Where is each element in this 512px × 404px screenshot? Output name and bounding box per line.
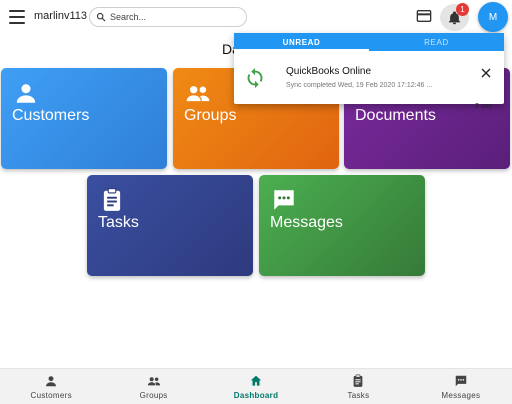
notification-count-badge: 1 xyxy=(456,3,469,16)
credit-card-icon[interactable] xyxy=(416,9,432,23)
nav-label: Groups xyxy=(139,390,168,400)
person-icon xyxy=(46,375,57,386)
nav-label: Customers xyxy=(30,390,72,400)
home-icon xyxy=(250,375,262,386)
notification-message: Sync completed Wed, 19 Feb 2020 17:12:46… xyxy=(286,82,433,89)
person-icon xyxy=(16,84,36,103)
chat-icon xyxy=(274,190,294,210)
nav-groups[interactable]: Groups xyxy=(102,369,204,404)
tab-read[interactable]: READ xyxy=(369,33,504,51)
username-label: marlinv113 xyxy=(34,10,87,22)
tile-label: Customers xyxy=(12,107,90,124)
notification-item[interactable]: QuickBooks Online Sync completed Wed, 19… xyxy=(234,51,504,110)
nav-label: Messages xyxy=(441,390,481,400)
tile-label: Documents xyxy=(355,107,436,124)
chat-icon xyxy=(455,375,467,386)
tab-unread[interactable]: UNREAD xyxy=(234,33,369,51)
tile-label: Messages xyxy=(270,214,343,231)
nav-customers[interactable]: Customers xyxy=(0,369,102,404)
tile-label: Groups xyxy=(184,107,237,124)
clipboard-icon xyxy=(354,374,363,387)
clipboard-icon xyxy=(103,188,121,211)
tile-label: Tasks xyxy=(98,214,139,231)
search-input[interactable] xyxy=(110,12,240,22)
nav-messages[interactable]: Messages xyxy=(410,369,512,404)
tile-messages[interactable]: Messages xyxy=(259,175,425,276)
nav-label: Tasks xyxy=(347,390,370,400)
nav-dashboard[interactable]: Dashboard xyxy=(205,369,307,404)
nav-label: Dashboard xyxy=(233,390,279,400)
people-icon xyxy=(147,376,160,385)
tile-tasks[interactable]: Tasks xyxy=(87,175,253,276)
bottom-navigation: Customers Groups Dashboard Tasks Message… xyxy=(0,368,512,404)
people-icon xyxy=(186,86,210,102)
tile-customers[interactable]: Customers xyxy=(1,68,167,169)
nav-tasks[interactable]: Tasks xyxy=(307,369,409,404)
notification-time: 3 sec xyxy=(475,103,492,110)
search-box[interactable] xyxy=(89,7,247,27)
sync-icon xyxy=(247,67,263,89)
notification-tabs: UNREAD READ xyxy=(234,33,504,51)
avatar[interactable]: M xyxy=(478,2,508,32)
top-app-bar: marlinv113 1 M xyxy=(0,0,512,34)
menu-icon[interactable] xyxy=(9,10,25,24)
notifications-popover: UNREAD READ QuickBooks Online Sync compl… xyxy=(234,33,504,110)
search-icon xyxy=(96,12,106,22)
close-icon[interactable] xyxy=(480,67,492,79)
notification-title: QuickBooks Online xyxy=(286,66,372,77)
